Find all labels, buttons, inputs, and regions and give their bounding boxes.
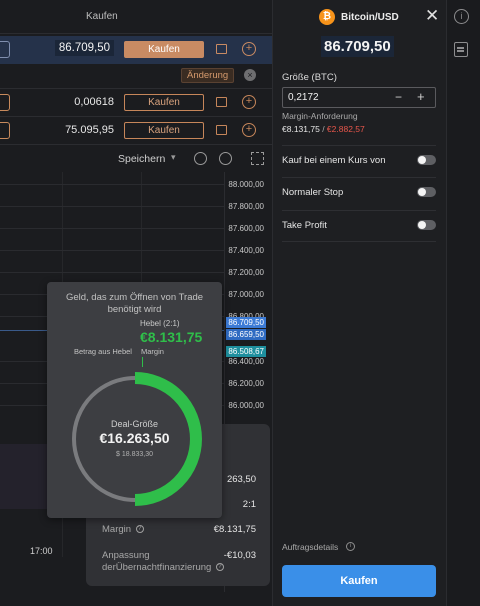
document-icon[interactable] xyxy=(454,42,468,57)
divider xyxy=(282,177,436,178)
sell-button-stub[interactable] xyxy=(0,41,10,58)
close-icon[interactable]: × xyxy=(244,69,256,81)
deal-size-usd: $ 18.833,30 xyxy=(116,451,153,458)
right-sidebar: i xyxy=(446,0,480,606)
price-axis-label: 87.600,00 xyxy=(228,224,264,233)
size-input[interactable]: 0,2172 xyxy=(288,92,319,103)
row-price: 0,00618 xyxy=(74,96,114,108)
order-details-link[interactable]: Auftragsdetails xyxy=(282,542,338,552)
row-buy-button[interactable]: Kaufen xyxy=(124,94,204,111)
save-button[interactable]: Speichern xyxy=(118,153,165,165)
price-axis-label: 87.200,00 xyxy=(228,268,264,277)
price-axis-label: 88.000,00 xyxy=(228,180,264,189)
instrument-title: Bitcoin/USD xyxy=(341,12,399,23)
sell-button-stub[interactable] xyxy=(0,94,10,111)
stop-toggle[interactable] xyxy=(417,187,436,197)
price-tag-average: 86.508,67 xyxy=(226,346,266,357)
watchlist-header: Kaufen xyxy=(0,0,272,34)
info-label: derÜbernachtfinanzierung xyxy=(102,562,212,573)
question-icon[interactable]: ? xyxy=(135,525,144,534)
close-icon[interactable]: ✕ xyxy=(425,7,439,24)
divider xyxy=(282,210,436,211)
row-price: 86.709,50 xyxy=(54,40,114,56)
plus-circle-icon[interactable]: + xyxy=(242,95,256,109)
watchlist-row[interactable]: 0,00618 Kaufen + xyxy=(0,88,272,116)
price-tag-ask: 86.709,50 xyxy=(226,317,266,328)
divider xyxy=(282,241,436,242)
limit-toggle[interactable] xyxy=(417,155,436,165)
leverage-popup: Geld, das zum Öffnen von Trade benötigt … xyxy=(47,282,222,518)
toggle-row-take-profit: Take Profit xyxy=(282,219,436,233)
chart-icon[interactable] xyxy=(216,97,227,107)
sell-button-stub[interactable] xyxy=(0,122,10,139)
info-row-overnight: Anpassung derÜbernachtfinanzierung ? -€1… xyxy=(102,550,256,574)
plus-circle-icon[interactable]: + xyxy=(242,42,256,56)
price-tag-bid: 86.659,50 xyxy=(226,329,266,340)
chart-icon[interactable] xyxy=(216,125,227,135)
toggle-row-limit: Kauf bei einem Kurs von xyxy=(282,154,436,168)
price-axis-label: 87.400,00 xyxy=(228,246,264,255)
margin-requirement-available: €2.882,57 xyxy=(326,124,365,134)
chevron-down-icon[interactable]: ▾ xyxy=(171,152,176,163)
row-buy-button[interactable]: Kaufen xyxy=(124,122,204,139)
row-price: 75.095,95 xyxy=(65,124,114,136)
toggle-label: Kauf bei einem Kurs von xyxy=(282,155,386,166)
order-panel: ₿ Bitcoin/USD ✕ 86.709,50 Größe (BTC) 0,… xyxy=(272,0,446,606)
info-value: -€10,03 xyxy=(223,550,256,561)
price-axis-label: 87.000,00 xyxy=(228,290,264,299)
bitcoin-icon: ₿ xyxy=(319,9,335,25)
increment-button[interactable]: + xyxy=(417,89,425,104)
change-badge[interactable]: Änderung xyxy=(181,68,235,83)
price-axis-label: 86.200,00 xyxy=(228,379,264,388)
watchlist-row-selected[interactable]: 86.709,50 Kaufen + xyxy=(0,36,272,64)
chart-toolbar: Speichern ▾ xyxy=(0,144,272,172)
take-profit-toggle[interactable] xyxy=(417,220,436,230)
toggle-label: Take Profit xyxy=(282,220,327,231)
chart-icon[interactable] xyxy=(216,44,227,54)
plus-circle-icon[interactable]: + xyxy=(242,123,256,137)
size-stepper[interactable]: 0,2172 − + xyxy=(282,87,436,108)
divider xyxy=(282,145,436,146)
leverage-amount-label: Betrag aus Hebel xyxy=(74,347,132,356)
price-axis-label: 86.400,00 xyxy=(228,357,264,366)
margin-requirement-value: €8.131,75 / €2.882,57 xyxy=(282,124,365,134)
row-buy-button[interactable]: Kaufen xyxy=(124,41,204,58)
watchlist-row[interactable]: 75.095,95 Kaufen + xyxy=(0,116,272,144)
crosshair-icon[interactable] xyxy=(194,152,207,165)
price-axis-label: 86.000,00 xyxy=(228,401,264,410)
popup-title: Geld, das zum Öffnen von Trade benötigt … xyxy=(65,292,204,315)
margin-requirement-label: Margin-Anforderung xyxy=(282,111,358,121)
question-icon[interactable]: ? xyxy=(215,563,224,572)
buy-button[interactable]: Kaufen xyxy=(282,565,436,597)
fullscreen-icon[interactable] xyxy=(251,152,264,165)
buy-column-header: Kaufen xyxy=(86,11,118,22)
margin-marker xyxy=(142,357,143,367)
margin-separator: / xyxy=(319,124,327,134)
size-label: Größe (BTC) xyxy=(282,72,337,83)
time-axis-label: 17:00 xyxy=(30,546,53,556)
info-value: 263,50 xyxy=(226,474,256,485)
margin-label: Margin xyxy=(141,347,164,356)
info-icon[interactable]: i xyxy=(346,542,355,551)
deal-size-label: Deal-Größe xyxy=(110,419,158,429)
toggle-row-stop: Normaler Stop xyxy=(282,186,436,200)
info-value: €8.131,75 xyxy=(213,524,256,535)
info-label: Anpassung xyxy=(102,550,150,561)
info-value: 2:1 xyxy=(242,499,256,510)
left-area: Kaufen 86.709,50 Kaufen + Änderung × 0,0… xyxy=(0,0,272,606)
leverage-label: Hebel (2:1) xyxy=(140,319,180,328)
decrement-button[interactable]: − xyxy=(395,90,402,104)
margin-requirement-amount: €8.131,75 xyxy=(282,124,320,134)
price-axis-label: 87.800,00 xyxy=(228,202,264,211)
info-icon[interactable]: i xyxy=(454,9,469,24)
info-label: Margin xyxy=(102,524,132,535)
current-price: 86.709,50 xyxy=(321,36,394,57)
deal-size-value: €16.263,50 xyxy=(99,430,170,446)
settings-icon[interactable] xyxy=(219,152,232,165)
toggle-label: Normaler Stop xyxy=(282,187,344,198)
leverage-value: €8.131,75 xyxy=(140,329,203,345)
